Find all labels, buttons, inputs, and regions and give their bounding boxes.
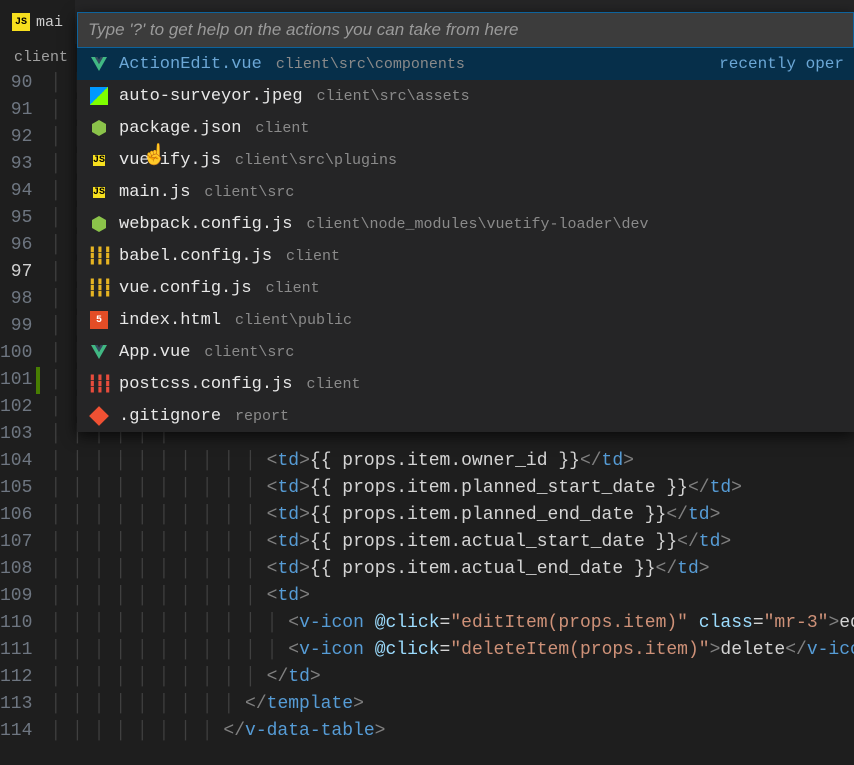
- code-line[interactable]: │ │ │ │ │ │ │ │ │ │ <td>{{ props.item.ow…: [50, 448, 854, 475]
- line-number: 93: [0, 151, 32, 178]
- line-number: 113: [0, 691, 32, 718]
- file-name: vue.config.js: [119, 279, 252, 298]
- code-line[interactable]: │ │ │ │ │ │ │ │ │ │ │ <v-icon @click="ed…: [50, 610, 854, 637]
- file-path: client\src\assets: [317, 88, 470, 105]
- file-path: client: [255, 120, 309, 137]
- cfg2-file-icon: ┇┇┇: [89, 374, 109, 394]
- img-file-icon: [89, 86, 109, 106]
- line-number: 106: [0, 502, 32, 529]
- file-path: client: [306, 376, 360, 393]
- file-path: client\src: [204, 344, 294, 361]
- code-line[interactable]: │ │ │ │ │ │ │ │ </v-data-table>: [50, 718, 854, 745]
- code-line[interactable]: │ │ │ │ │ │ │ │ │ │ <td>{{ props.item.pl…: [50, 502, 854, 529]
- line-number: 101: [0, 367, 32, 394]
- quick-open-input[interactable]: [77, 12, 854, 48]
- hex-file-icon: [89, 118, 109, 138]
- file-name: postcss.config.js: [119, 375, 292, 394]
- line-number: 111: [0, 637, 32, 664]
- quick-open-item[interactable]: ┇┇┇ postcss.config.js client: [77, 368, 854, 400]
- quick-open-item[interactable]: auto-surveyor.jpeg client\src\assets: [77, 80, 854, 112]
- file-path: client\src\components: [276, 56, 465, 73]
- line-number: 91: [0, 97, 32, 124]
- editor-tab[interactable]: JS mai: [0, 0, 75, 44]
- line-number: 92: [0, 124, 32, 151]
- line-number: 104: [0, 448, 32, 475]
- quick-open-item[interactable]: ┇┇┇ vue.config.js client: [77, 272, 854, 304]
- file-name: .gitignore: [119, 407, 221, 426]
- line-number: 97: [0, 259, 32, 286]
- cfg-file-icon: ┇┇┇: [89, 246, 109, 266]
- quick-open-item[interactable]: ActionEdit.vue client\src\components rec…: [77, 48, 854, 80]
- file-path: client\node_modules\vuetify-loader\dev: [306, 216, 648, 233]
- quick-open-list: ActionEdit.vue client\src\components rec…: [77, 48, 854, 432]
- line-number: 107: [0, 529, 32, 556]
- js-file-icon: JS: [12, 13, 30, 31]
- file-path: client\src: [204, 184, 294, 201]
- line-number: 109: [0, 583, 32, 610]
- js-file-icon: JS: [89, 182, 109, 202]
- file-name: index.html: [119, 311, 221, 330]
- quick-open-item[interactable]: 5 index.html client\public: [77, 304, 854, 336]
- line-number: 98: [0, 286, 32, 313]
- vue-file-icon: [89, 342, 109, 362]
- modified-line-marker: [36, 367, 40, 394]
- file-name: package.json: [119, 119, 241, 138]
- code-line[interactable]: │ │ │ │ │ │ │ │ │ │ <td>{{ props.item.ac…: [50, 529, 854, 556]
- line-number: 103: [0, 421, 32, 448]
- code-line[interactable]: │ │ │ │ │ │ │ │ │ │ <td>{{ props.item.pl…: [50, 475, 854, 502]
- file-path: client\public: [235, 312, 352, 329]
- tab-label: mai: [36, 14, 63, 31]
- file-name: ActionEdit.vue: [119, 55, 262, 74]
- quick-open-item[interactable]: package.json client: [77, 112, 854, 144]
- file-path: client: [266, 280, 320, 297]
- line-number: 114: [0, 718, 32, 745]
- line-number: 108: [0, 556, 32, 583]
- line-number: 96: [0, 232, 32, 259]
- quick-open-item[interactable]: webpack.config.js client\node_modules\vu…: [77, 208, 854, 240]
- code-line[interactable]: │ │ │ │ │ │ │ │ │ │ <td>: [50, 583, 854, 610]
- hex-file-icon: [89, 214, 109, 234]
- line-number-gutter: 9091929394959697989910010110210310410510…: [0, 70, 50, 765]
- file-name: App.vue: [119, 343, 190, 362]
- line-number: 90: [0, 70, 32, 97]
- file-path: client: [286, 248, 340, 265]
- cfg-file-icon: ┇┇┇: [89, 278, 109, 298]
- recently-opened-label: recently oper: [719, 55, 844, 73]
- file-name: auto-surveyor.jpeg: [119, 87, 303, 106]
- vue-file-icon: [89, 54, 109, 74]
- js-file-icon: JS: [89, 150, 109, 170]
- file-name: webpack.config.js: [119, 215, 292, 234]
- code-line[interactable]: │ │ │ │ │ │ │ │ │ </template>: [50, 691, 854, 718]
- html-file-icon: 5: [89, 310, 109, 330]
- quick-open-panel: ActionEdit.vue client\src\components rec…: [77, 12, 854, 432]
- line-number: 99: [0, 313, 32, 340]
- file-name: babel.config.js: [119, 247, 272, 266]
- code-line[interactable]: │ │ │ │ │ │ │ │ │ │ <td>{{ props.item.ac…: [50, 556, 854, 583]
- line-number: 110: [0, 610, 32, 637]
- quick-open-item[interactable]: JS vuetify.js client\src\plugins: [77, 144, 854, 176]
- file-path: report: [235, 408, 289, 425]
- git-file-icon: [89, 406, 109, 426]
- code-line[interactable]: │ │ │ │ │ │ │ │ │ │ </td>: [50, 664, 854, 691]
- quick-open-item[interactable]: ┇┇┇ babel.config.js client: [77, 240, 854, 272]
- quick-open-item[interactable]: JS main.js client\src: [77, 176, 854, 208]
- file-name: main.js: [119, 183, 190, 202]
- line-number: 100: [0, 340, 32, 367]
- line-number: 102: [0, 394, 32, 421]
- line-number: 94: [0, 178, 32, 205]
- line-number: 112: [0, 664, 32, 691]
- line-number: 95: [0, 205, 32, 232]
- file-path: client\src\plugins: [235, 152, 397, 169]
- breadcrumb-segment: client: [14, 49, 68, 66]
- file-name: vuetify.js: [119, 151, 221, 170]
- quick-open-item[interactable]: .gitignore report: [77, 400, 854, 432]
- line-number: 105: [0, 475, 32, 502]
- quick-open-item[interactable]: App.vue client\src: [77, 336, 854, 368]
- code-line[interactable]: │ │ │ │ │ │ │ │ │ │ │ <v-icon @click="de…: [50, 637, 854, 664]
